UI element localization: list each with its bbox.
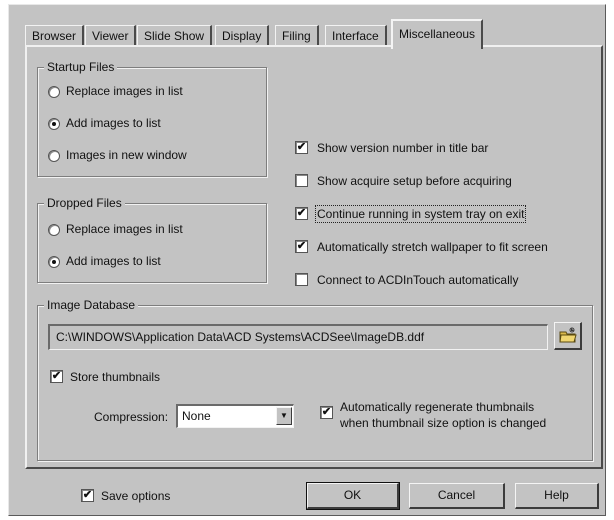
options-dialog: Browser Viewer Slide Show Display Filing… (8, 4, 606, 516)
save-options-checkbox[interactable]: ✔ (81, 489, 94, 502)
startup-files-title: Startup Files (44, 59, 118, 75)
compression-label: Compression: (94, 410, 169, 424)
dropped-add-radio[interactable] (48, 256, 60, 268)
dropped-files-title: Dropped Files (44, 195, 125, 211)
folder-browse-icon (559, 327, 577, 343)
stretch-wallpaper-label: Automatically stretch wallpaper to fit s… (317, 240, 548, 254)
image-database-group: Image Database C:\WINDOWS\Application Da… (37, 297, 593, 461)
startup-new-window-radio[interactable] (48, 150, 60, 162)
auto-regenerate-line1: Automatically regenerate thumbnails (340, 400, 535, 414)
dropped-add-label: Add images to list (66, 254, 161, 268)
tab-filing[interactable]: Filing (275, 25, 319, 47)
help-button[interactable]: Help (515, 483, 599, 509)
store-thumbnails-label: Store thumbnails (70, 370, 161, 384)
tab-interface[interactable]: Interface (325, 25, 387, 47)
show-version-label: Show version number in title bar (317, 141, 489, 155)
show-version-checkbox[interactable]: ✔ (295, 141, 308, 154)
tab-slide-show[interactable]: Slide Show (137, 25, 213, 47)
dropped-files-group: Dropped Files Replace images in list Add… (37, 195, 267, 283)
tab-browser[interactable]: Browser (25, 25, 85, 47)
ok-button[interactable]: OK (306, 482, 400, 510)
database-path-field[interactable]: C:\WINDOWS\Application Data\ACD Systems\… (48, 324, 548, 350)
continue-running-checkbox[interactable]: ✔ (295, 207, 308, 220)
tab-miscellaneous[interactable]: Miscellaneous (391, 19, 484, 49)
compression-select[interactable]: None ▼ (176, 404, 294, 428)
startup-new-window-label: Images in new window (66, 148, 187, 162)
connect-acdintouch-checkbox[interactable] (295, 273, 308, 286)
auto-regenerate-line2: when thumbnail size option is changed (340, 416, 547, 430)
store-thumbnails-checkbox[interactable]: ✔ (50, 370, 63, 383)
stretch-wallpaper-checkbox[interactable]: ✔ (295, 240, 308, 253)
tab-display[interactable]: Display (215, 25, 270, 47)
dropped-replace-label: Replace images in list (66, 222, 183, 236)
miscellaneous-panel: Startup Files Replace images in list Add… (25, 45, 603, 469)
show-acquire-label: Show acquire setup before acquiring (317, 174, 512, 188)
cancel-button[interactable]: Cancel (409, 483, 505, 509)
tab-viewer[interactable]: Viewer (85, 25, 137, 47)
startup-files-group: Startup Files Replace images in list Add… (37, 59, 267, 177)
image-database-title: Image Database (44, 297, 139, 313)
continue-running-label: Continue running in system tray on exit (314, 205, 527, 223)
startup-add-radio[interactable] (48, 118, 60, 130)
browse-database-button[interactable] (554, 322, 582, 350)
startup-add-label: Add images to list (66, 116, 161, 130)
save-options-label: Save options (101, 489, 171, 503)
show-acquire-checkbox[interactable] (295, 174, 308, 187)
chevron-down-icon[interactable]: ▼ (276, 407, 292, 425)
dropped-replace-radio[interactable] (48, 224, 60, 236)
startup-replace-label: Replace images in list (66, 84, 183, 98)
connect-acdintouch-label: Connect to ACDInTouch automatically (317, 273, 519, 287)
startup-replace-radio[interactable] (48, 86, 60, 98)
auto-regenerate-checkbox[interactable]: ✔ (320, 406, 333, 419)
compression-value: None (182, 409, 211, 423)
